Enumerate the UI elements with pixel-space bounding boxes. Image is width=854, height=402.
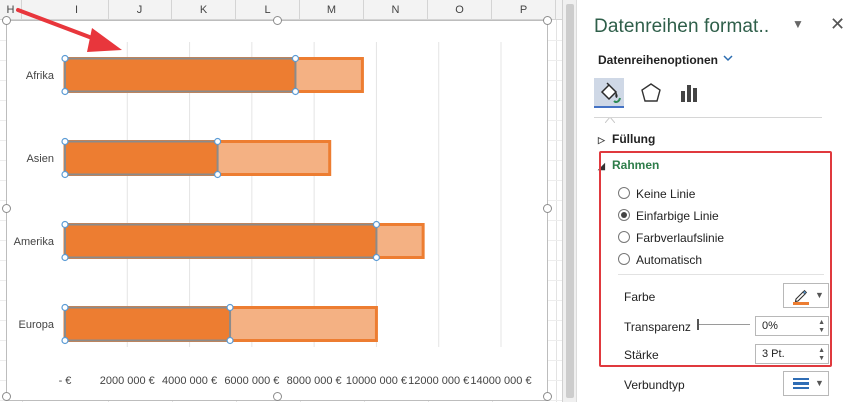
selection-handle[interactable]: [61, 303, 69, 312]
selection-handle[interactable]: [214, 137, 222, 146]
collapsed-triangle-icon: ▷: [598, 135, 605, 145]
dropdown-arrow-icon: ▼: [815, 378, 824, 388]
x-tick-label: 6000 000 €: [224, 375, 279, 387]
x-tick-label: 2000 000 €: [100, 375, 155, 387]
bar-series1-afrika[interactable]: [64, 57, 297, 93]
annotation-arrow-shaft: [16, 8, 102, 43]
selection-handle[interactable]: [61, 253, 69, 262]
annotation-highlight-box: [599, 151, 832, 367]
category-label-europa: Europa: [19, 319, 55, 331]
series-options-label[interactable]: Datenreihenoptionen: [598, 53, 718, 67]
effects-icon[interactable]: [636, 78, 666, 108]
category-label-asien: Asien: [26, 153, 54, 165]
selection-handle[interactable]: [61, 170, 69, 179]
x-tick-label: 12000 000 €: [408, 375, 469, 387]
annotation-arrow-head: [87, 28, 122, 52]
pane-title: Datenreihen format..: [594, 16, 770, 37]
active-tab-indicator: [604, 110, 616, 124]
selection-handle[interactable]: [61, 54, 69, 63]
x-tick-label: - €: [59, 375, 72, 387]
x-tick-label: 4000 000 €: [162, 375, 217, 387]
chevron-down-icon[interactable]: [722, 52, 734, 66]
compound-type-label: Verbundtyp: [624, 378, 685, 392]
fill-line-icon[interactable]: [594, 78, 624, 108]
selection-handle[interactable]: [291, 87, 300, 96]
selection-handle[interactable]: [226, 336, 234, 345]
bar-series1-asien[interactable]: [64, 140, 219, 176]
bar-chart: Afrika Asien Amerika Europa - € 2000 000 € 400…: [14, 8, 532, 387]
compound-lines-icon: [793, 378, 809, 389]
x-tick-label: 14000 000 €: [470, 375, 531, 387]
bar-series1-europa[interactable]: [64, 306, 232, 342]
selection-handle[interactable]: [61, 137, 69, 146]
x-tick-label: 10000 000 €: [346, 375, 407, 387]
section-fill-label: Füllung: [612, 132, 656, 146]
selection-handle[interactable]: [61, 220, 69, 229]
compound-type-dropdown[interactable]: ▼: [783, 371, 829, 396]
selection-handle[interactable]: [291, 54, 300, 63]
bar-series1-amerika[interactable]: [64, 223, 378, 259]
series-options-icon[interactable]: [674, 78, 704, 108]
scrollbar-thumb[interactable]: [566, 4, 574, 398]
selection-handle[interactable]: [372, 253, 381, 262]
selection-handle[interactable]: [61, 87, 69, 96]
x-tick-label: 8000 000 €: [287, 375, 342, 387]
selection-handle[interactable]: [372, 220, 381, 229]
tab-divider: [594, 117, 822, 118]
selection-handle[interactable]: [61, 336, 69, 345]
category-label-amerika: Amerika: [14, 236, 55, 248]
pane-menu-dropdown-icon[interactable]: ▼: [792, 17, 804, 31]
spreadsheet-area: HIJKLMNOP Afrika Asien Amerika Europa - €200…: [0, 0, 562, 402]
section-fill[interactable]: ▷ Füllung: [598, 132, 655, 146]
close-icon[interactable]: ✕: [830, 14, 845, 35]
category-label-afrika: Afrika: [26, 70, 55, 82]
sheet-vertical-scrollbar[interactable]: [563, 0, 577, 402]
selection-handle[interactable]: [214, 170, 222, 179]
selection-handle[interactable]: [226, 303, 234, 312]
